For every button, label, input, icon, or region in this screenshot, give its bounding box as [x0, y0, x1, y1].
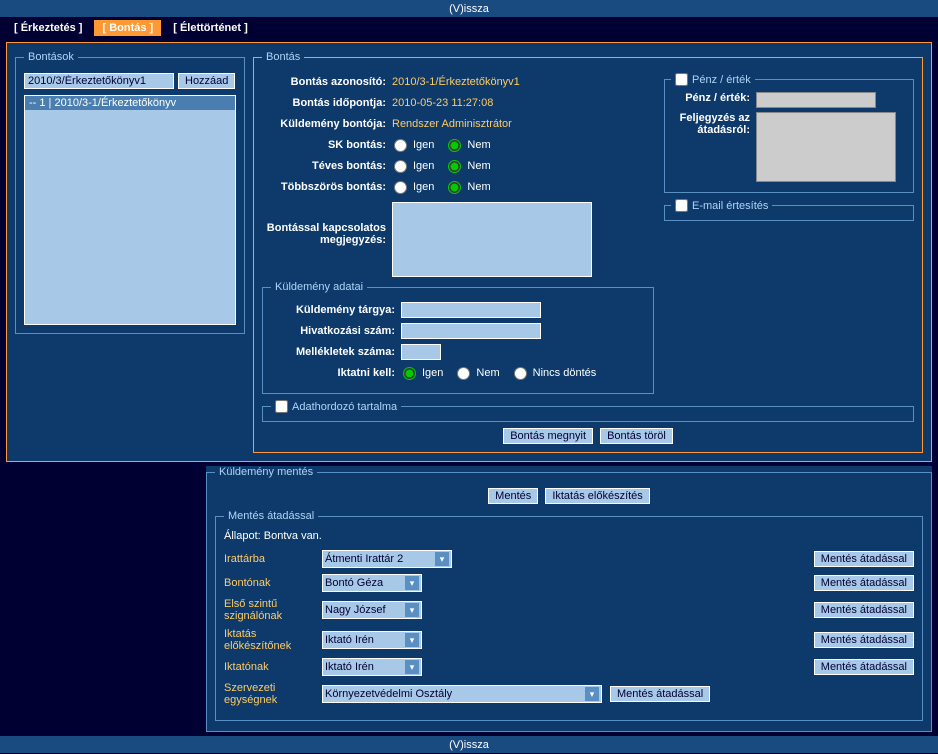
irattarba-select[interactable]: Átmenti Irattár 2▾: [322, 550, 452, 568]
bontas-legend: Bontás: [262, 51, 304, 63]
idopont-value: 2010-05-23 11:27:08: [392, 97, 493, 109]
teves-label: Téves bontás:: [262, 160, 392, 172]
azonosito-value: 2010/3-1/Érkeztetőkönyv1: [392, 76, 520, 88]
kuldemeny-legend: Küldemény adatai: [271, 281, 367, 293]
feljegyzes-label: Feljegyzés az átadásról:: [671, 112, 756, 136]
bottom-back-bar[interactable]: (V)issza: [0, 736, 938, 754]
mentes-atadassal-legend: Mentés átadással: [224, 510, 318, 522]
bontasok-fieldset: Bontások Hozzáad -- 1 | 2010/3-1/Érkezte…: [15, 51, 245, 334]
bonto-value: Rendszer Adminisztrátor: [392, 118, 512, 130]
idopont-label: Bontás időpontja:: [262, 97, 392, 109]
sk-label: SK bontás:: [262, 139, 392, 151]
mentes-atadassal-button-2[interactable]: Mentés átadással: [814, 575, 914, 591]
chevron-down-icon: ▾: [435, 552, 449, 566]
allapot-value: Bontva van.: [264, 530, 322, 542]
megjegyzes-textarea[interactable]: [392, 202, 592, 277]
mell-input[interactable]: [401, 344, 441, 360]
tab-bar: [ Érkeztetés ] [ Bontás ] [ Élettörténet…: [0, 18, 938, 38]
mentes-atadassal-button-1[interactable]: Mentés átadással: [814, 551, 914, 567]
iktatas-elokeszites-button[interactable]: Iktatás előkészítés: [545, 488, 650, 504]
adathordozo-fieldset: Adathordozó tartalma: [262, 400, 914, 422]
bontonak-label: Bontónak: [224, 577, 314, 589]
azonosito-label: Bontás azonosító:: [262, 76, 392, 88]
szerv-label: Szervezeti egységnek: [224, 682, 314, 706]
main-panel: Bontások Hozzáad -- 1 | 2010/3-1/Érkezte…: [6, 42, 932, 462]
targy-input[interactable]: [401, 302, 541, 318]
email-checkbox[interactable]: [675, 199, 688, 212]
iktelok-label: Iktatás előkészítőnek: [224, 628, 314, 652]
kuldemeny-fieldset: Küldemény adatai Küldemény tárgya: Hivat…: [262, 281, 654, 394]
adathordozo-legend: Adathordozó tartalma: [292, 401, 397, 413]
bontasok-listbox[interactable]: -- 1 | 2010/3-1/Érkeztetőkönyv: [24, 95, 236, 325]
mentes-atadassal-button-4[interactable]: Mentés átadással: [814, 632, 914, 648]
tab-bontas[interactable]: [ Bontás ]: [94, 20, 161, 36]
bontasok-input[interactable]: [24, 73, 174, 89]
megjegyzes-label: Bontással kapcsolatos megjegyzés:: [262, 202, 392, 246]
adathordozo-checkbox[interactable]: [275, 400, 288, 413]
iktatonak-select[interactable]: Iktató Irén▾: [322, 658, 422, 676]
bontas-fieldset: Bontás Bontás azonosító:2010/3-1/Érkezte…: [253, 51, 923, 453]
mentes-legend: Küldemény mentés: [215, 466, 317, 478]
mell-label: Mellékletek száma:: [271, 346, 401, 358]
bontas-torol-button[interactable]: Bontás töröl: [600, 428, 673, 444]
penz-input-disabled: [756, 92, 876, 108]
mentes-button[interactable]: Mentés: [488, 488, 538, 504]
sk-igen-radio[interactable]: [394, 139, 407, 152]
szignalo-label: Első szintű szignálónak: [224, 598, 314, 622]
mentes-atadassal-button-6[interactable]: Mentés átadással: [610, 686, 710, 702]
top-back-bar[interactable]: (V)issza: [0, 0, 938, 18]
penz-fieldset: Pénz / érték Pénz / érték: Feljegyzés az…: [664, 73, 914, 193]
teves-igen-radio[interactable]: [394, 160, 407, 173]
targy-label: Küldemény tárgya:: [271, 304, 401, 316]
bonto-label: Küldemény bontója:: [262, 118, 392, 130]
szignalo-select[interactable]: Nagy József▾: [322, 601, 422, 619]
iktatni-label: Iktatni kell:: [271, 367, 401, 379]
penz-checkbox[interactable]: [675, 73, 688, 86]
mentes-fieldset: Küldemény mentés Mentés Iktatás előkészí…: [206, 466, 932, 732]
list-item[interactable]: -- 1 | 2010/3-1/Érkeztetőkönyv: [25, 96, 235, 110]
chevron-down-icon: ▾: [405, 660, 419, 674]
tobbsz-nem-radio[interactable]: [448, 181, 461, 194]
chevron-down-icon: ▾: [585, 687, 599, 701]
irattarba-label: Irattárba: [224, 553, 314, 565]
chevron-down-icon: ▾: [405, 576, 419, 590]
iktelok-select[interactable]: Iktató Irén▾: [322, 631, 422, 649]
iktatni-igen-radio[interactable]: [403, 367, 416, 380]
mentes-atadassal-button-3[interactable]: Mentés átadással: [814, 602, 914, 618]
iktatni-nincs-radio[interactable]: [514, 367, 527, 380]
iktatonak-label: Iktatónak: [224, 661, 314, 673]
teves-nem-radio[interactable]: [448, 160, 461, 173]
sk-nem-radio[interactable]: [448, 139, 461, 152]
email-fieldset: E-mail értesítés: [664, 199, 914, 221]
allapot-label: Állapot:: [224, 530, 261, 542]
tobbsz-igen-radio[interactable]: [394, 181, 407, 194]
mentes-atadassal-button-5[interactable]: Mentés átadással: [814, 659, 914, 675]
tab-erkeztetes[interactable]: [ Érkeztetés ]: [6, 20, 90, 36]
penz-label: Pénz / érték:: [671, 92, 756, 104]
bontasok-legend: Bontások: [24, 51, 78, 63]
hivsz-input[interactable]: [401, 323, 541, 339]
bontonak-select[interactable]: Bontó Géza▾: [322, 574, 422, 592]
add-button[interactable]: Hozzáad: [178, 73, 235, 89]
chevron-down-icon: ▾: [405, 603, 419, 617]
tobbsz-label: Többszörös bontás:: [262, 181, 392, 193]
tab-elettortenet[interactable]: [ Élettörténet ]: [165, 20, 256, 36]
szerv-select[interactable]: Környezetvédelmi Osztály▾: [322, 685, 602, 703]
penz-legend: Pénz / érték: [692, 74, 751, 86]
hivsz-label: Hivatkozási szám:: [271, 325, 401, 337]
chevron-down-icon: ▾: [405, 633, 419, 647]
email-legend: E-mail értesítés: [692, 200, 768, 212]
feljegyzes-textarea-disabled: [756, 112, 896, 182]
iktatni-nem-radio[interactable]: [457, 367, 470, 380]
mentes-atadassal-fieldset: Mentés átadással Állapot: Bontva van. Ir…: [215, 510, 923, 721]
bontas-megnyit-button[interactable]: Bontás megnyit: [503, 428, 593, 444]
